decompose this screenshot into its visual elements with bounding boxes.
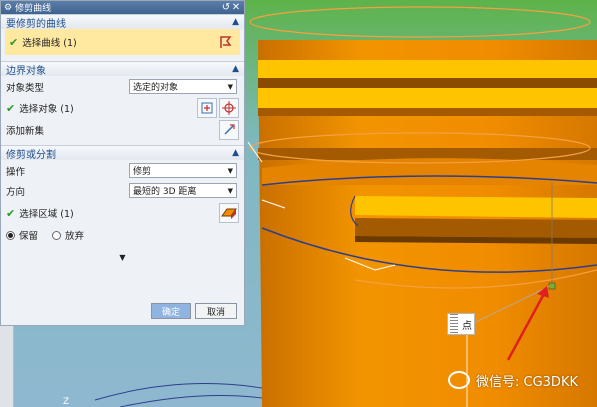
dialog-title: 修剪曲线 — [15, 4, 52, 14]
check-icon: ✔ — [9, 35, 19, 49]
object-plus-icon — [201, 102, 213, 114]
chevron-up-icon[interactable]: ▲ — [232, 17, 239, 27]
direction-label: 方向 — [6, 187, 26, 198]
lower-yellow-band — [355, 196, 597, 218]
operation-row: 操作 修剪 ▼ — [1, 160, 244, 181]
direction-dropdown[interactable]: 最短的 3D 距离 ▼ — [129, 183, 237, 198]
add-set-icon — [224, 124, 235, 135]
section-trim-title: 修剪或分割 — [6, 149, 56, 161]
ok-label: 确定 — [161, 307, 180, 318]
operation-label: 操作 — [6, 166, 26, 178]
select-region-row[interactable]: ✔ 选择区域 (1) — [1, 201, 244, 225]
section-boundary-title: 边界对象 — [6, 65, 46, 77]
section-curve-title: 要修剪的曲线 — [6, 18, 66, 30]
section-trim-header[interactable]: 修剪或分割 ▲ — [1, 145, 244, 161]
grip-icon — [450, 314, 458, 334]
check-icon: ✔ — [6, 101, 16, 115]
cancel-label: 取消 — [206, 307, 225, 318]
object-type-value: 选定的对象 — [133, 83, 179, 93]
add-new-set-button[interactable] — [219, 120, 239, 140]
add-new-set-row: 添加新集 — [1, 119, 244, 141]
lower-groove — [355, 218, 597, 238]
section-boundary-header[interactable]: 边界对象 ▲ — [1, 61, 244, 77]
keep-label: 保留 — [19, 231, 39, 242]
yellow-band-2 — [258, 88, 597, 108]
direction-value: 最短的 3D 距离 — [133, 187, 197, 197]
discard-label: 放弃 — [65, 231, 85, 242]
object-type-dropdown[interactable]: 选定的对象 ▼ — [129, 79, 237, 94]
add-new-set-label: 添加新集 — [6, 126, 45, 137]
keep-radio[interactable] — [6, 230, 15, 240]
direction-row: 方向 最短的 3D 距离 ▼ — [1, 181, 244, 201]
dialog-titlebar: ⚙ 修剪曲线 ↺ ✕ — [1, 1, 244, 14]
object-add-button[interactable] — [197, 98, 217, 118]
more-options-toggle[interactable]: ▼ — [1, 253, 244, 263]
reset-button[interactable]: ↺ — [221, 2, 231, 14]
operation-value: 修剪 — [133, 167, 152, 177]
keep-discard-row: 保留 放弃 — [1, 225, 244, 245]
check-icon: ✔ — [6, 206, 16, 220]
curve-select-icon — [220, 36, 232, 48]
select-curve-row[interactable]: ✔ 选择曲线 (1) — [5, 29, 240, 55]
point-dialog-button[interactable] — [219, 98, 239, 118]
wechat-icon — [448, 371, 470, 389]
discard-radio[interactable] — [52, 230, 62, 240]
object-type-row: 对象类型 选定的对象 ▼ — [1, 76, 244, 97]
select-curve-button[interactable] — [216, 32, 236, 52]
cancel-button[interactable]: 取消 — [195, 303, 237, 319]
trim-curve-dialog: ⚙ 修剪曲线 ↺ ✕ 要修剪的曲线 ▲ ✔ 选择曲线 (1) 边界对象 ▲ 对象… — [0, 0, 245, 326]
ok-button[interactable]: 确定 — [151, 303, 191, 319]
dropdown-arrow-icon: ▼ — [227, 166, 233, 175]
watermark-text: 微信号: CG3DKK — [476, 374, 578, 390]
left-resource-strip — [0, 326, 14, 407]
axis-z-label: Z — [63, 397, 70, 407]
dark-groove-2 — [258, 108, 597, 116]
operation-dropdown[interactable]: 修剪 ▼ — [129, 163, 237, 178]
dropdown-arrow-icon: ▼ — [227, 186, 233, 195]
section-curve-header[interactable]: 要修剪的曲线 ▲ — [1, 14, 244, 30]
crosshair-icon — [222, 101, 236, 115]
select-object-label: 选择对象 (1) — [19, 104, 74, 115]
chevron-up-icon[interactable]: ▲ — [232, 148, 239, 158]
watermark: 微信号: CG3DKK — [448, 368, 578, 392]
select-object-row[interactable]: ✔ 选择对象 (1) — [1, 97, 244, 119]
point-label-text: 点 — [462, 320, 472, 332]
region-icon — [221, 208, 237, 219]
select-region-label: 选择区域 (1) — [19, 209, 74, 220]
radio-dot-icon — [8, 232, 13, 238]
dropdown-arrow-icon: ▼ — [227, 82, 233, 91]
dark-groove-1 — [258, 78, 597, 88]
select-region-button[interactable] — [219, 203, 239, 223]
gear-icon: ⚙ — [4, 2, 13, 13]
select-curve-label: 选择曲线 (1) — [22, 38, 77, 49]
close-button[interactable]: ✕ — [231, 2, 241, 14]
yellow-band-1 — [258, 60, 597, 78]
object-type-label: 对象类型 — [6, 82, 45, 94]
chevron-up-icon[interactable]: ▲ — [232, 64, 239, 74]
point-tooltip: 点 — [447, 313, 475, 335]
